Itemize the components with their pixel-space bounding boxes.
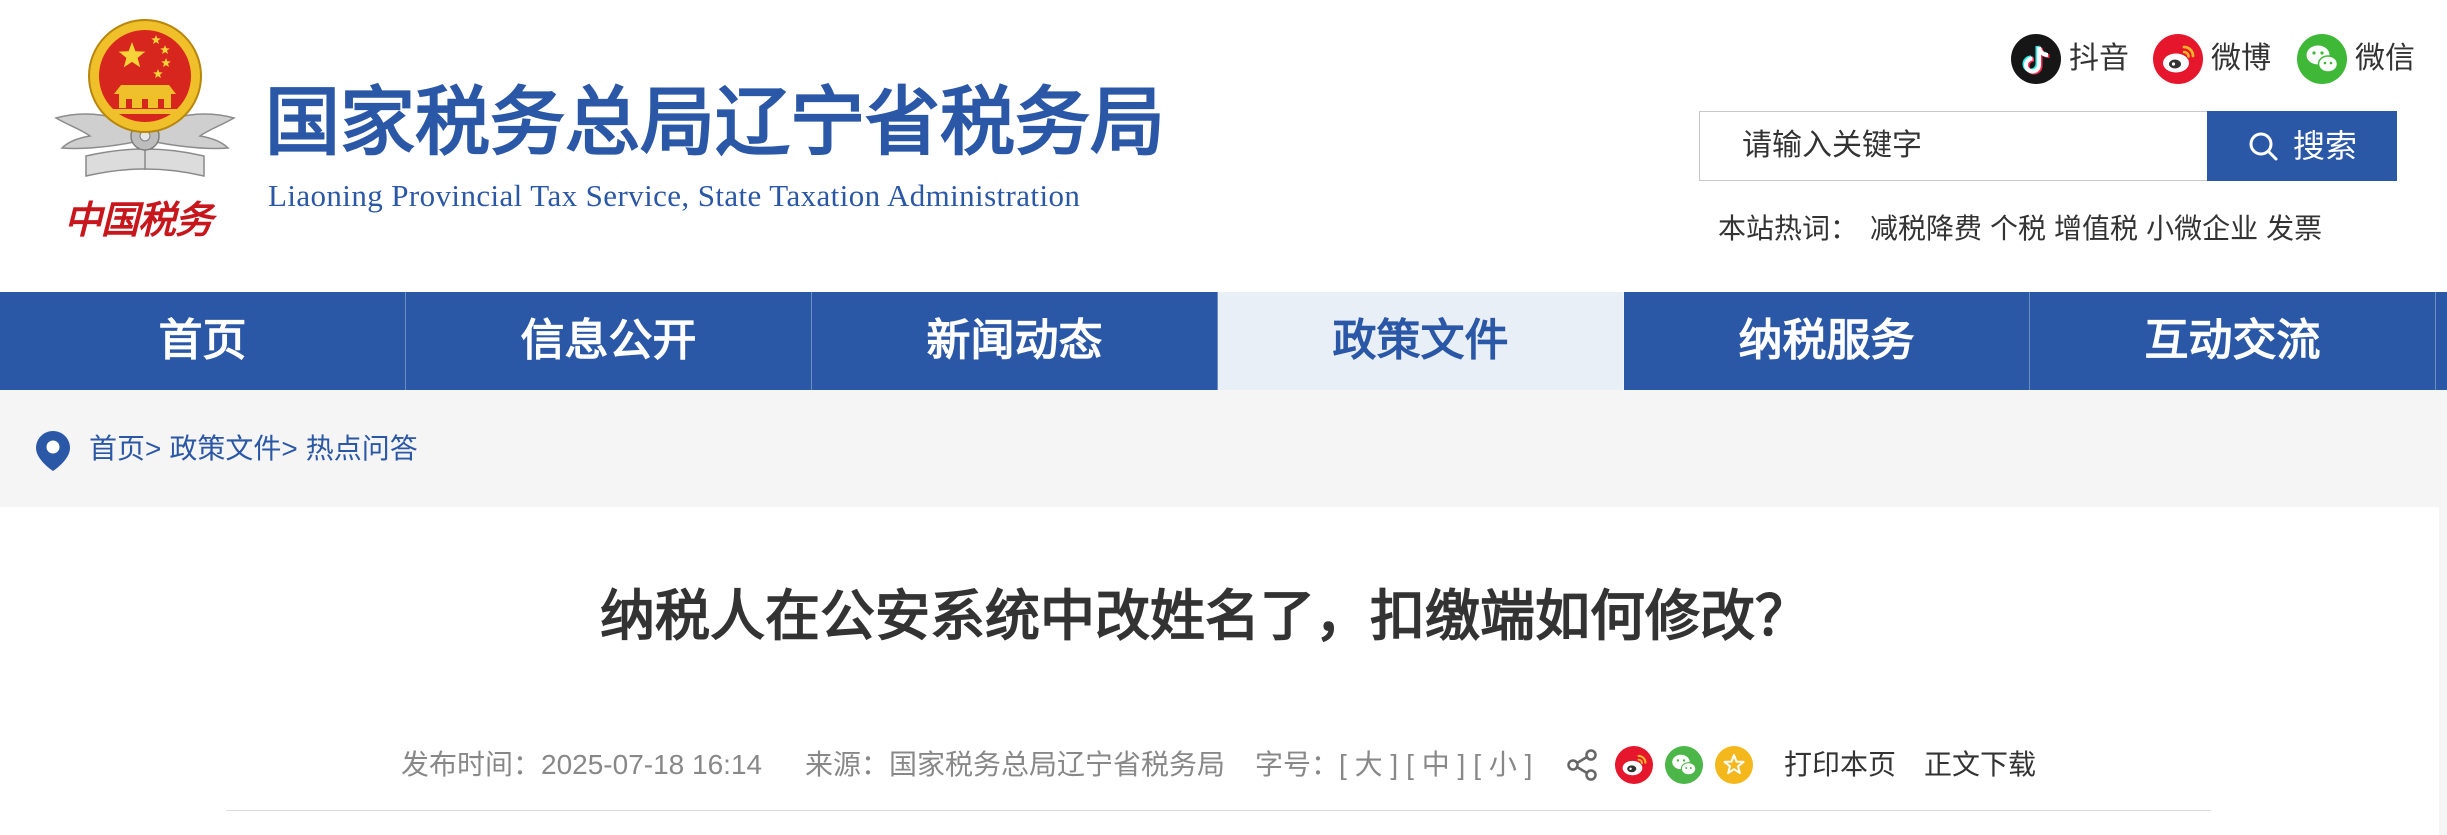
publish-time: 2025-07-18 16:14 [541,749,763,780]
hot-word-link[interactable]: 减税降费 [1870,209,1982,249]
national-emblem-icon [54,19,236,177]
wechat-icon[interactable] [1665,746,1703,784]
breadcrumb-home[interactable]: 首页 [89,433,145,464]
article-title: 纳税人在公安系统中改姓名了，扣缴端如何修改？ [599,584,1810,648]
hot-word-link[interactable]: 发票 [2266,209,2322,249]
nav-item-home[interactable]: 首页 [0,292,406,390]
site-title: 国家税务总局辽宁省税务局 [265,78,1166,166]
source-value: 国家税务总局辽宁省税务局 [889,749,1226,780]
nav-item-interaction[interactable]: 互动交流 [2030,292,2436,390]
search-button-label: 搜索 [2292,128,2357,164]
font-size-medium[interactable]: [ 中 ] [1406,749,1465,780]
font-size-label: 字号： [1255,749,1340,780]
social-label: 微信 [2355,42,2415,75]
download-text-link[interactable]: 正文下载 [1924,745,2036,785]
nav-item-tax-services[interactable]: 纳税服务 [1624,292,2030,390]
search-button[interactable]: 搜索 [2207,111,2397,181]
breadcrumb-separator: > [281,433,298,464]
search-input[interactable] [1699,111,2207,181]
breadcrumb: 首页> 政策文件> 热点问答 [89,390,418,507]
weibo-icon[interactable] [1615,746,1653,784]
breadcrumb-hot-qa[interactable]: 热点问答 [306,433,418,464]
font-size-control: 字号：[ 大 ] [ 中 ] [ 小 ] [1255,745,1532,785]
font-size-large[interactable]: [ 大 ] [1339,749,1398,780]
site-header: 中国税务 国家税务总局辽宁省税务局 Liaoning Provincial Ta… [0,0,2447,292]
hot-words-label: 本站热词： [1718,213,1859,244]
hot-word-link[interactable]: 增值税 [2054,209,2138,249]
breadcrumb-separator: > [145,433,162,464]
share-icon[interactable] [1565,748,1599,782]
source-label: 来源： [805,749,890,780]
site-subtitle: Liaoning Provincial Tax Service, State T… [268,178,1081,213]
meta-divider [226,810,2211,811]
main-nav: 首页 信息公开 新闻动态 政策文件 纳税服务 互动交流 [0,292,2447,390]
social-link-douyin[interactable]: 抖音 [2011,34,2129,84]
wechat-icon [2297,34,2347,84]
font-size-small[interactable]: [ 小 ] [1473,749,1532,780]
nav-item-news[interactable]: 新闻动态 [812,292,1218,390]
source-info: 来源：国家税务总局辽宁省税务局 [805,745,1225,785]
hot-words: 本站热词： 减税降费 个税 增值税 小微企业 发票 [1718,209,2322,249]
hot-word-link[interactable]: 个税 [1990,209,2046,249]
print-page-link[interactable]: 打印本页 [1784,745,1896,785]
douyin-icon [2011,34,2061,84]
article-meta: 发布时间：2025-07-18 16:14 来源：国家税务总局辽宁省税务局 字号… [0,745,2439,785]
location-pin-icon [36,431,70,471]
social-link-wechat[interactable]: 微信 [2297,34,2415,84]
search-icon [2249,132,2278,161]
favorite-icon[interactable] [1715,746,1753,784]
publish-info: 发布时间：2025-07-18 16:14 [401,745,762,785]
article-panel [0,507,2439,835]
publish-label: 发布时间： [401,749,542,780]
nav-item-info-disclosure[interactable]: 信息公开 [406,292,812,390]
social-label: 微博 [2211,42,2271,75]
social-link-weibo[interactable]: 微博 [2153,34,2271,84]
social-label: 抖音 [2069,42,2129,75]
nav-item-policy-documents[interactable]: 政策文件 [1218,292,1624,390]
hot-word-link[interactable]: 小微企业 [2146,209,2258,249]
weibo-icon [2153,34,2203,84]
breadcrumb-policy-documents[interactable]: 政策文件 [169,433,281,464]
logo-calligraphy: 中国税务 [64,197,213,242]
home-logo-link[interactable]: 中国税务 国家税务总局辽宁省税务局 Liaoning Provincial Ta… [0,0,1200,292]
